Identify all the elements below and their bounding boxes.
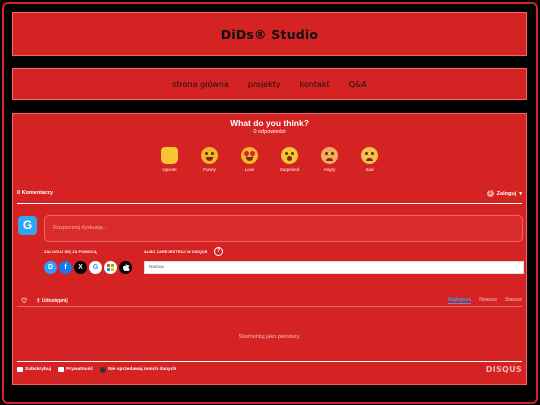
help-icon[interactable]: ? (214, 247, 223, 256)
reaction-upvote[interactable]: Upvote (156, 147, 183, 172)
facebook-login-icon[interactable]: f (59, 261, 72, 274)
tab-newest[interactable]: Nowsze (479, 297, 497, 304)
comment-count: 0 Komentarzy (17, 190, 54, 196)
reaction-funny[interactable]: Funny (196, 147, 223, 172)
microsoft-login-icon[interactable] (104, 261, 117, 274)
warning-icon (100, 366, 107, 373)
sad-face-icon (361, 147, 378, 164)
reactions-question: What do you think? (230, 118, 309, 128)
no-sell-label: Nie sprzedawaj moich danych (108, 367, 177, 372)
reaction-label: Angry (323, 167, 336, 172)
avatar: G (18, 216, 37, 235)
login-button[interactable]: 1 Zaloguj ▾ (486, 190, 522, 197)
notification-badge: 1 (486, 190, 494, 197)
divider (17, 203, 522, 204)
reaction-label: Love (244, 167, 255, 172)
divider (17, 361, 522, 362)
heart-eyes-face-icon (241, 147, 258, 164)
subscribe-link[interactable]: Subskrybuj (17, 367, 51, 373)
social-login-buttons: D f X G (44, 261, 132, 274)
login-with-label: ZALOGUJ SIĘ ZA POMOCĄ (44, 249, 97, 254)
google-login-icon[interactable]: G (89, 261, 102, 274)
main-nav: strona główna projekty kontakt Q&A (12, 68, 527, 100)
lock-icon (58, 367, 65, 372)
angry-face-icon (321, 147, 338, 164)
register-label: ALBO ZAREJESTRUJ W DISQUS (144, 249, 208, 254)
share-label: Udostępnij (41, 298, 68, 304)
share-button[interactable]: ⇪ Udostępnij (36, 298, 67, 304)
reactions-bar: Upvote Funny Love Surprised Angry Sad (13, 147, 526, 172)
reaction-surprised[interactable]: Surprised (276, 147, 303, 172)
x-login-icon[interactable]: X (74, 261, 87, 274)
tab-oldest[interactable]: Starsze (505, 297, 522, 304)
empty-state-text: Skomentuj jako pierwszy. (238, 334, 301, 340)
reaction-label: Funny (203, 167, 216, 172)
share-icon: ⇪ (36, 298, 41, 304)
comments-toolbar: 0 Komentarzy 1 Zaloguj ▾ (17, 190, 522, 197)
sort-tabs: Najlepsze Nowsze Starsze (448, 297, 522, 304)
site-title[interactable]: DiDs® Studio (221, 27, 318, 42)
tab-best[interactable]: Najlepsze (448, 297, 472, 304)
envelope-icon (17, 367, 23, 372)
apple-login-icon[interactable] (119, 261, 132, 274)
disqus-footer: Subskrybuj Prywatność Nie sprzedawaj moi… (17, 365, 522, 374)
reaction-angry[interactable]: Angry (316, 147, 343, 172)
site-header: DiDs® Studio (12, 12, 527, 56)
privacy-label: Prywatność (66, 367, 94, 372)
chevron-down-icon: ▾ (519, 190, 522, 197)
subscribe-label: Subskrybuj (25, 367, 52, 372)
reactions-count: 0 odpowiedzi (253, 129, 286, 135)
laughing-face-icon (201, 147, 218, 164)
nav-qa[interactable]: Q&A (349, 80, 367, 89)
reaction-label: Surprised (279, 167, 300, 172)
divider (17, 306, 522, 307)
nav-projects[interactable]: projekty (248, 80, 281, 89)
reaction-love[interactable]: Love (236, 147, 263, 172)
disqus-comments-section: What do you think? 0 odpowiedzi Upvote F… (12, 113, 527, 385)
reaction-sad[interactable]: Sad (356, 147, 383, 172)
reaction-label: Sad (365, 167, 374, 172)
nav-contact[interactable]: kontakt (300, 80, 330, 89)
nav-home[interactable]: strona główna (172, 80, 229, 89)
comment-input[interactable]: Rozpocznij dyskusję... (44, 215, 523, 242)
privacy-link[interactable]: Prywatność (58, 367, 93, 373)
thumbs-up-icon (161, 147, 178, 164)
comment-actions: ♡ ⇪ Udostępnij (21, 297, 68, 305)
disqus-logo[interactable]: DISQUS (486, 365, 522, 374)
surprised-face-icon (281, 147, 298, 164)
reaction-label: Upvote (162, 167, 177, 172)
login-label: Zaloguj (496, 190, 517, 197)
no-sell-link[interactable]: Nie sprzedawaj moich danych (100, 366, 177, 373)
name-field[interactable]: Nazwa (144, 261, 524, 274)
disqus-login-icon[interactable]: D (44, 261, 57, 274)
heart-icon[interactable]: ♡ (21, 297, 27, 305)
